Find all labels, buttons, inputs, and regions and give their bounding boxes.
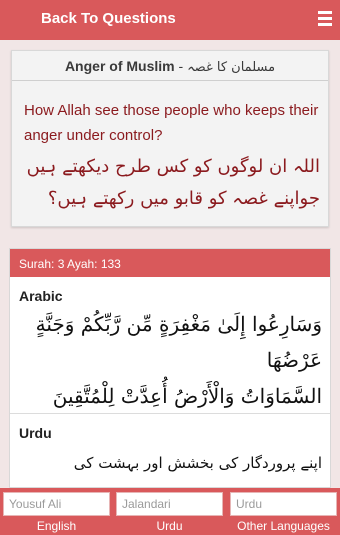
- ayah-reference: Surah: 3 Ayah: 133: [10, 249, 330, 277]
- question-title-ur: مسلمان کا غصہ: [187, 60, 276, 75]
- back-to-questions-button[interactable]: Back To Questions: [41, 10, 176, 27]
- arabic-text: وَسَارِعُوا إِلَىٰ مَغْفِرَةٍ مِّن رَّبِ…: [22, 306, 322, 414]
- arabic-label: Arabic: [19, 288, 63, 304]
- arabic-line1: وَسَارِعُوا إِلَىٰ مَغْفِرَةٍ مِّن رَّبِ…: [35, 312, 322, 372]
- tab-english-label: English: [36, 519, 77, 533]
- question-card: Anger of Muslim - مسلمان کا غصہ How Alla…: [11, 50, 329, 227]
- other-language-field[interactable]: Urdu: [230, 492, 337, 516]
- ayah-card: Surah: 3 Ayah: 133 Arabic وَسَارِعُوا إِ…: [9, 248, 331, 488]
- urdu-translator-field[interactable]: Jalandari: [116, 492, 223, 516]
- tab-urdu[interactable]: Jalandari Urdu: [116, 492, 223, 533]
- question-text-ur-line2: جواپنے غصہ کو قابو میں رکھتے ہیں؟: [47, 188, 320, 209]
- hamburger-menu-icon[interactable]: [318, 11, 332, 27]
- title-separator: -: [174, 58, 188, 74]
- question-title: Anger of Muslim - مسلمان کا غصہ: [12, 51, 328, 81]
- tab-urdu-label: Urdu: [156, 519, 183, 533]
- question-text-en: How Allah see those people who keeps the…: [24, 102, 319, 144]
- question-text-ur: اللہ ان لوگوں کو کس طرح دیکھتے ہیں جواپن…: [22, 151, 320, 215]
- top-bar: Back To Questions: [0, 0, 340, 40]
- section-divider: [10, 413, 330, 414]
- urdu-label: Urdu: [19, 425, 52, 441]
- bottom-bar: Yousuf Ali English Jalandari Urdu Urdu O…: [0, 488, 340, 535]
- tab-other-languages-label: Other Languages: [237, 519, 330, 533]
- english-translator-field[interactable]: Yousuf Ali: [3, 492, 110, 516]
- arabic-line2: السَّمَاوَاتُ وَالْأَرْضُ أُعِدَّتْ لِلْ…: [52, 384, 322, 408]
- tab-english[interactable]: Yousuf Ali English: [3, 492, 110, 533]
- question-title-en: Anger of Muslim: [64, 58, 175, 74]
- tab-other-languages[interactable]: Urdu Other Languages: [230, 492, 337, 533]
- question-text-ur-line1: اللہ ان لوگوں کو کس طرح دیکھتے ہیں: [26, 156, 320, 177]
- urdu-translation: اپنے پروردگار کی بخشش اور بہشت کی: [73, 454, 322, 472]
